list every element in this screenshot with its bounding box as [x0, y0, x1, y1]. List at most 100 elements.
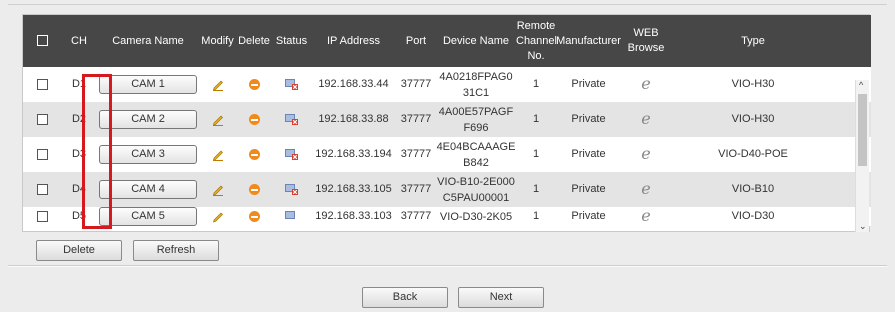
ie-browser-icon[interactable]: e [641, 179, 650, 198]
table-row[interactable]: D5 CAM 5 192.168.33.103 37777 VIO-D30-2K… [23, 207, 871, 226]
device-name-line1: 4A00E57PAGF [438, 105, 514, 118]
row-channel: 1 [532, 183, 540, 195]
camera-status-icon [284, 79, 298, 91]
row-device-name: 4A0218FPAG0 31C1 [436, 67, 516, 102]
ie-browser-icon[interactable]: e [641, 207, 650, 225]
header-ip-address: IP Address [327, 34, 380, 47]
refresh-button[interactable]: Refresh [133, 240, 219, 261]
header-ch: CH [71, 34, 87, 47]
ie-browser-icon[interactable]: e [641, 74, 650, 93]
row-web-cell: e [621, 207, 671, 226]
row-device-name: VIO-B10-2E000 C5PAU00001 [436, 172, 516, 207]
device-table: CH Camera Name Modify Delete Status IP A… [23, 15, 871, 226]
row-manufacturer: Private [571, 148, 606, 160]
row-checkbox[interactable] [36, 78, 48, 90]
remove-icon[interactable] [248, 210, 260, 222]
scroll-thumb[interactable] [858, 94, 867, 166]
header-web-line1: WEB [633, 27, 659, 39]
header-remote-line2: Channel [516, 34, 557, 47]
header-remote-line1: Remote [516, 19, 556, 32]
camera-name-button[interactable]: CAM 1 [99, 75, 197, 94]
header-status: Status [275, 34, 308, 47]
pencil-icon[interactable] [211, 182, 225, 197]
next-button[interactable]: Next [458, 287, 544, 308]
row-channel: 1 [532, 78, 540, 90]
row-checkbox[interactable] [36, 113, 48, 125]
camera-status-icon [284, 149, 298, 161]
row-web-cell: e [621, 102, 671, 137]
table-row[interactable]: D4 CAM 4 192.168.33.105 37777 VIO-B10-2E… [23, 172, 871, 207]
header-web-browse: WEB Browse [621, 15, 671, 67]
table-row[interactable]: D1 CAM 1 192.168.33.44 37777 4A0218FPAG0… [23, 67, 871, 102]
row-checkbox-cell [23, 137, 61, 172]
header-camera-name: Camera Name [112, 34, 184, 47]
row-checkbox[interactable] [36, 148, 48, 160]
back-button[interactable]: Back [362, 287, 448, 308]
header-remote-line3: No. [527, 49, 545, 62]
header-web-line2: Browse [627, 42, 665, 54]
row-web-cell: e [621, 137, 671, 172]
row-camera-name-cell: CAM 5 [97, 207, 199, 226]
row-status-cell [272, 172, 311, 207]
row-ip: 192.168.33.88 [318, 113, 389, 125]
remove-icon[interactable] [248, 148, 260, 160]
pencil-icon[interactable] [211, 209, 225, 223]
row-port: 37777 [400, 78, 432, 90]
row-ip: 192.168.33.103 [315, 210, 392, 222]
remove-icon[interactable] [248, 78, 260, 90]
row-web-cell: e [621, 172, 671, 207]
camera-name-button[interactable]: CAM 2 [99, 110, 197, 129]
row-checkbox-cell [23, 172, 61, 207]
header-remote-channel: Remote Channel No. [516, 15, 557, 67]
row-checkbox-cell [23, 67, 61, 102]
pencil-icon[interactable] [211, 112, 225, 127]
table-row[interactable]: D2 CAM 2 192.168.33.88 37777 4A00E57PAGF… [23, 102, 871, 137]
row-port: 37777 [400, 183, 432, 195]
remove-icon[interactable] [248, 113, 260, 125]
row-channel: 1 [532, 148, 540, 160]
footer-divider-highlight [8, 266, 887, 267]
row-camera-name-cell: CAM 2 [97, 102, 199, 137]
select-all-checkbox[interactable] [36, 35, 48, 47]
table-row[interactable]: D3 CAM 3 192.168.33.194 37777 4E04BCAAAG… [23, 137, 871, 172]
row-port: 37777 [400, 113, 432, 125]
device-name-line1: 4E04BCAAAGE [436, 140, 516, 153]
row-status-cell [272, 207, 311, 226]
camera-name-button[interactable]: CAM 3 [99, 145, 197, 164]
header-manufacturer: Manufacturer [556, 34, 621, 47]
ie-browser-icon[interactable]: e [641, 109, 650, 128]
device-name-line2: B842 [463, 156, 489, 169]
row-ch: D3 [71, 148, 87, 160]
row-modify-cell [199, 102, 236, 137]
row-ch: D4 [71, 183, 87, 195]
device-name-line2: 31C1 [462, 86, 490, 99]
row-type: VIO-D40-POE [718, 148, 788, 160]
ie-browser-icon[interactable]: e [641, 144, 650, 163]
scroll-up-icon[interactable]: ^ [859, 80, 863, 90]
remove-icon[interactable] [248, 183, 260, 195]
table-scrollbar[interactable]: ^ ⌄ [855, 80, 869, 232]
row-ch: D5 [71, 210, 87, 222]
row-modify-cell [199, 172, 236, 207]
delete-button[interactable]: Delete [36, 240, 122, 261]
row-device-name: 4E04BCAAAGE B842 [436, 137, 516, 172]
row-manufacturer: Private [571, 78, 606, 90]
camera-name-button[interactable]: CAM 4 [99, 180, 197, 199]
camera-status-icon [284, 211, 295, 220]
camera-status-icon [284, 184, 298, 196]
table-header: CH Camera Name Modify Delete Status IP A… [23, 15, 871, 67]
row-channel: 1 [532, 210, 540, 222]
scroll-down-icon[interactable]: ⌄ [859, 221, 867, 232]
header-scroll-spacer [835, 15, 871, 67]
pencil-icon[interactable] [211, 77, 225, 92]
camera-name-button[interactable]: CAM 5 [99, 207, 197, 226]
row-port: 37777 [400, 148, 432, 160]
row-checkbox[interactable] [36, 183, 48, 195]
row-type: VIO-H30 [731, 113, 775, 125]
row-status-cell [272, 67, 311, 102]
row-status-cell [272, 137, 311, 172]
row-checkbox[interactable] [36, 210, 48, 222]
row-delete-cell [236, 67, 272, 102]
pencil-icon[interactable] [211, 147, 225, 162]
row-ip: 192.168.33.105 [315, 183, 392, 195]
